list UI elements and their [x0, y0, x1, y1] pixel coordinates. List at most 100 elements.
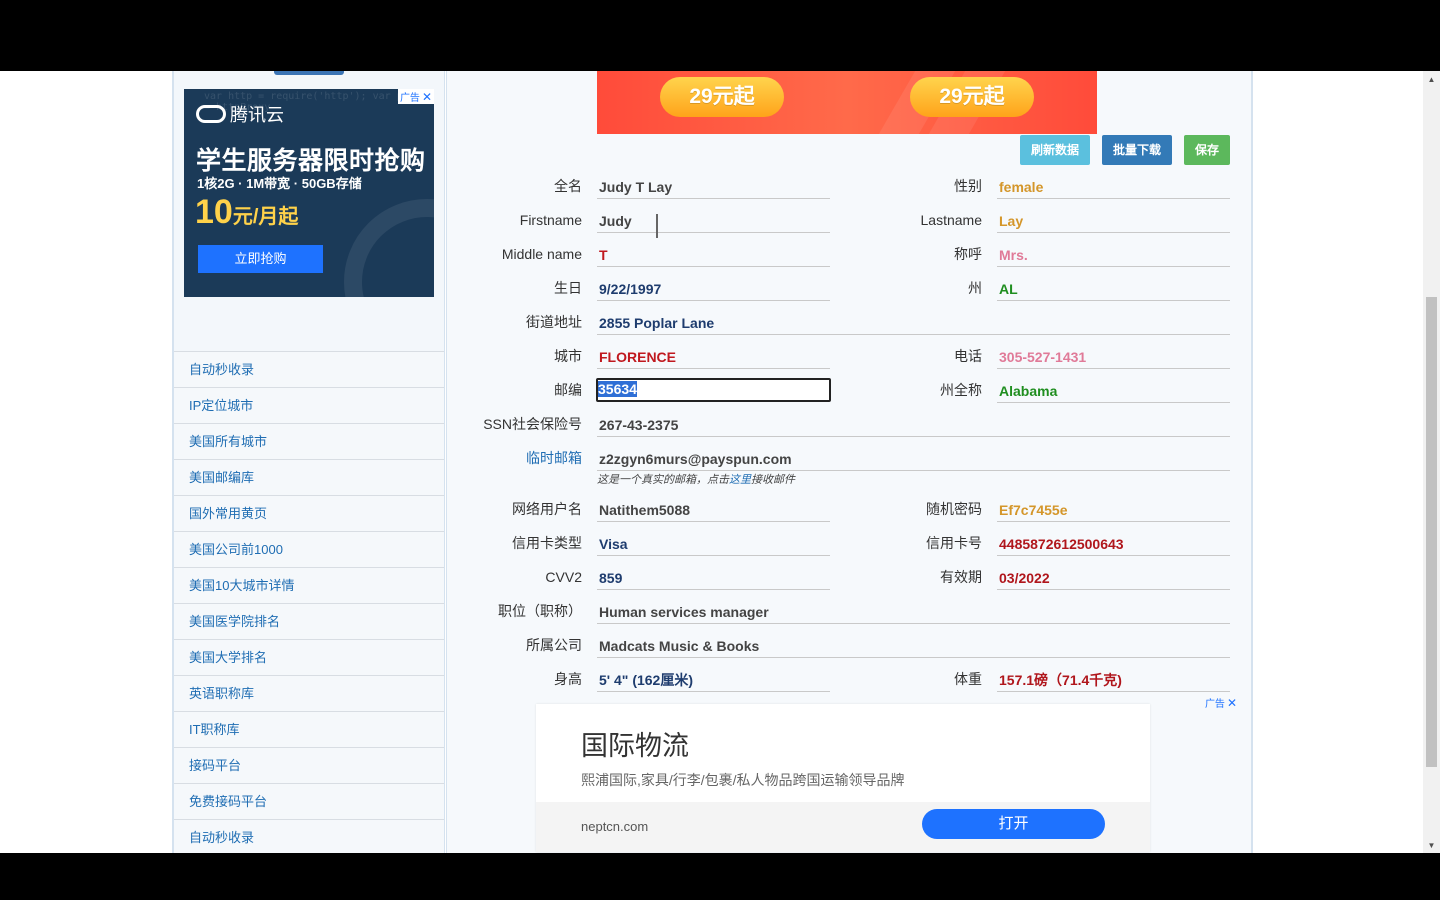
- tencent-cloud-ad[interactable]: var http = require('http'); var proxy = …: [184, 89, 434, 297]
- temp-email-link[interactable]: 临时邮箱: [447, 448, 582, 468]
- zip-selected-value[interactable]: 35634: [598, 381, 637, 397]
- sidebar-nav: 自动秒收录 IP定位城市 美国所有城市 美国邮编库 国外常用黄页 美国公司前10…: [174, 351, 444, 853]
- city-label: 城市: [554, 348, 582, 364]
- email-hint-link[interactable]: 这里: [729, 474, 751, 486]
- logistics-ad: 广告 ✕ 国际物流 熙浦国际,家具/行李/包裹/私人物品跨国运输领导品牌 nep…: [447, 693, 1251, 853]
- middlename-label: Middle name: [501, 246, 582, 262]
- ad-decoration-circle: [344, 199, 434, 297]
- email-hint: 这是一个真实的邮箱，点击这里接收邮件: [597, 471, 795, 487]
- ad-badge[interactable]: 广告 ✕: [1203, 695, 1239, 711]
- ad-buy-button[interactable]: 立即抢购: [198, 245, 323, 273]
- expiry-label: 有效期: [940, 569, 982, 585]
- state-label: 州: [968, 280, 982, 296]
- street-label: 街道地址: [526, 314, 582, 330]
- phone-field[interactable]: 305-527-1431: [997, 345, 1230, 369]
- ad-open-button[interactable]: 打开: [922, 809, 1105, 839]
- job-field[interactable]: Human services manager: [597, 600, 1230, 624]
- refresh-data-button[interactable]: 刷新数据: [1020, 135, 1090, 165]
- middlename-field[interactable]: T: [597, 243, 830, 267]
- title-label: 称呼: [954, 246, 982, 262]
- sidebar-item[interactable]: 自动秒收录: [174, 351, 444, 387]
- batch-download-button[interactable]: 批量下载: [1102, 135, 1172, 165]
- lastname-field[interactable]: Lay: [997, 209, 1230, 233]
- title-field[interactable]: Mrs.: [997, 243, 1230, 267]
- ad-badge[interactable]: 广告 ✕: [397, 89, 434, 104]
- password-label: 随机密码: [926, 501, 982, 517]
- username-label: 网络用户名: [512, 501, 582, 517]
- city-field[interactable]: FLORENCE: [597, 345, 830, 369]
- lastname-label: Lastname: [920, 212, 982, 228]
- phone-label: 电话: [954, 348, 982, 364]
- ad-price-number: 10: [195, 193, 233, 231]
- company-field[interactable]: Madcats Music & Books: [597, 634, 1230, 658]
- weight-field[interactable]: 157.1磅（71.4千克): [997, 668, 1230, 692]
- sidebar-item[interactable]: 国外常用黄页: [174, 495, 444, 531]
- height-field[interactable]: 5' 4" (162厘米): [597, 668, 830, 692]
- gender-label: 性别: [954, 178, 982, 194]
- ad-price-unit: 元/月起: [232, 206, 299, 228]
- sidebar-item[interactable]: 美国大学排名: [174, 639, 444, 675]
- sidebar-item[interactable]: 免费接码平台: [174, 783, 444, 819]
- card-number-field[interactable]: 4485872612500643: [997, 532, 1230, 556]
- height-label: 身高: [554, 671, 582, 687]
- password-field[interactable]: Ef7c7455e: [997, 498, 1230, 522]
- close-icon[interactable]: ✕: [1227, 696, 1237, 710]
- ad-price: 10元/月起: [195, 193, 298, 232]
- cvv-field[interactable]: 859: [597, 566, 830, 590]
- close-icon[interactable]: ✕: [422, 90, 432, 104]
- zip-input[interactable]: 35634: [596, 378, 831, 402]
- gender-field[interactable]: female: [997, 175, 1230, 199]
- fullname-field[interactable]: Judy T Lay: [597, 175, 830, 199]
- sidebar-item[interactable]: IP定位城市: [174, 387, 444, 423]
- ad-description: 熙浦国际,家具/行李/包裹/私人物品跨国运输领导品牌: [581, 772, 905, 788]
- ad-footer: neptcn.com 打开: [536, 802, 1150, 852]
- sidebar-item[interactable]: 美国邮编库: [174, 459, 444, 495]
- promo-banner[interactable]: 29元起 29元起: [597, 71, 1097, 134]
- sidebar-item[interactable]: 英语职称库: [174, 675, 444, 711]
- ad-card[interactable]: 国际物流 熙浦国际,家具/行李/包裹/私人物品跨国运输领导品牌 neptcn.c…: [536, 704, 1150, 852]
- job-label: 职位（职称）: [498, 603, 582, 619]
- save-button[interactable]: 保存: [1184, 135, 1230, 165]
- cloud-icon: [196, 105, 226, 123]
- sidebar-item[interactable]: IT职称库: [174, 711, 444, 747]
- card-type-field[interactable]: Visa: [597, 532, 830, 556]
- fullname-label: 全名: [554, 178, 582, 194]
- sidebar-item[interactable]: 美国医学院排名: [174, 603, 444, 639]
- birthday-field[interactable]: 9/22/1997: [597, 277, 830, 301]
- ad-logo: 腾讯云: [196, 101, 284, 127]
- sidebar-item[interactable]: 美国公司前1000: [174, 531, 444, 567]
- page-scrollbar[interactable]: ▲ ▼: [1423, 71, 1440, 853]
- sidebar-item[interactable]: 接码平台: [174, 747, 444, 783]
- expiry-field[interactable]: 03/2022: [997, 566, 1230, 590]
- sidebar-item[interactable]: 美国10大城市详情: [174, 567, 444, 603]
- sidebar-item[interactable]: 自动秒收录: [174, 819, 444, 853]
- cvv-label: CVV2: [545, 569, 582, 585]
- company-label: 所属公司: [526, 637, 582, 653]
- scroll-down-icon[interactable]: ▼: [1423, 839, 1440, 853]
- sidebar-item[interactable]: 美国所有城市: [174, 423, 444, 459]
- state-full-label: 州全称: [940, 382, 982, 398]
- scrollbar-thumb[interactable]: [1426, 297, 1437, 767]
- email-field[interactable]: z2zgyn6murs@payspun.com: [597, 447, 1230, 471]
- ad-badge-label: 广告: [1204, 699, 1225, 710]
- firstname-field[interactable]: Judy: [597, 209, 830, 233]
- street-field[interactable]: 2855 Poplar Lane: [597, 311, 1230, 335]
- firstname-label: Firstname: [519, 212, 582, 228]
- sidebar: var http = require('http'); var proxy = …: [172, 71, 445, 853]
- username-field[interactable]: Natithem5088: [597, 498, 830, 522]
- main-panel: 29元起 29元起 刷新数据 批量下载 保存 全名 Judy T Lay 性别 …: [446, 71, 1253, 853]
- state-field[interactable]: AL: [997, 277, 1230, 301]
- ssn-field[interactable]: 267-43-2375: [597, 413, 1230, 437]
- scroll-up-icon[interactable]: ▲: [1423, 73, 1440, 87]
- weight-label: 体重: [954, 671, 982, 687]
- promo-pill-right[interactable]: 29元起: [910, 77, 1034, 117]
- sidebar-tab-indicator[interactable]: [274, 71, 344, 75]
- ad-headline: 学生服务器限时抢购: [196, 147, 426, 175]
- card-number-label: 信用卡号: [926, 535, 982, 551]
- email-hint-text: 这是一个真实的邮箱，点击: [597, 474, 729, 486]
- state-full-field[interactable]: Alabama: [997, 379, 1230, 403]
- ad-badge-label: 广告: [399, 93, 420, 104]
- zip-label: 邮编: [554, 382, 582, 398]
- promo-pill-left[interactable]: 29元起: [660, 77, 784, 117]
- ad-brand: 腾讯云: [230, 105, 284, 125]
